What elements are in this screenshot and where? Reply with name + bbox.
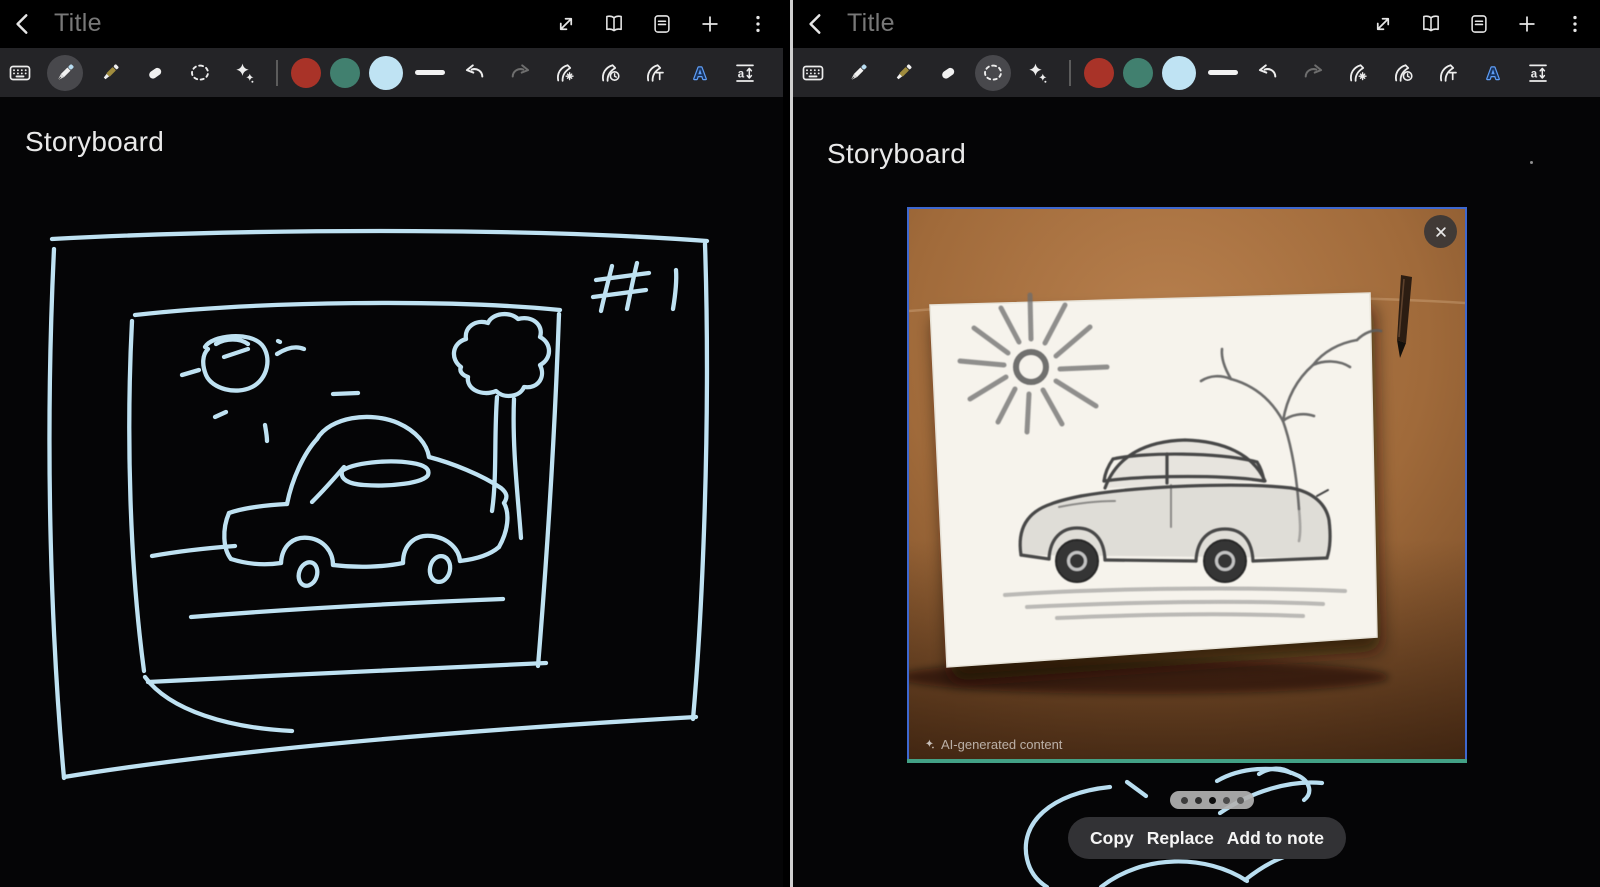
pen-tool-button[interactable] [840,55,876,91]
ai-image-card[interactable]: AI-generated content [907,207,1467,763]
ai-assist-button[interactable] [227,55,263,91]
note-title[interactable]: Title [54,9,102,38]
page-list-button[interactable] [651,13,673,35]
color-swatch-lightblue[interactable] [1162,55,1196,90]
keyboard-tool-button[interactable] [795,55,831,91]
more-options-button[interactable] [1564,13,1586,35]
back-button[interactable] [10,7,44,41]
stroke-width-button[interactable] [1205,55,1241,91]
handwritten-sketch [47,228,710,781]
text-size-button[interactable] [727,55,763,91]
ai-watermark-label: AI-generated content [941,737,1063,752]
lasso-tool-button[interactable] [975,54,1011,91]
font-style-button[interactable] [1475,55,1511,91]
handwriting-to-text-button[interactable] [1430,55,1466,91]
eraser-tool-button[interactable] [930,55,966,91]
highlighter-tool-button[interactable] [92,55,128,91]
stray-ink-dot [1530,161,1533,164]
pen-tool-button[interactable] [47,54,83,91]
toolbar-divider [276,59,278,86]
color-swatch-red[interactable] [1084,57,1114,88]
handwriting-to-text-button[interactable] [637,55,673,91]
redo-button[interactable] [1295,55,1331,91]
drawing-canvas-right[interactable]: Storyboard AI-generated content Copy Rep… [793,97,1600,887]
keyboard-tool-button[interactable] [2,55,38,91]
handwriting-beautify-button[interactable] [547,55,583,91]
ai-assist-button[interactable] [1020,55,1056,91]
page-dot[interactable] [1208,796,1216,804]
redo-button[interactable] [502,55,538,91]
page-list-button[interactable] [1468,13,1490,35]
page-dot[interactable] [1194,796,1202,804]
handwriting-beautify-button[interactable] [1340,55,1376,91]
app-root: Title Storyboard Title Storyboard AI-gen… [0,0,1600,887]
close-overlay-button[interactable] [1424,215,1457,248]
ai-generated-image [909,209,1465,761]
ai-action-bar: Copy Replace Add to note [1068,817,1346,859]
window-actions [555,0,769,48]
sparkle-icon [924,738,937,751]
handwriting-history-button[interactable] [1385,55,1421,91]
add-to-note-button[interactable]: Add to note [1227,828,1324,849]
undo-button[interactable] [1250,55,1286,91]
expand-button[interactable] [555,13,577,35]
page-dot[interactable] [1180,796,1188,804]
window-actions [1372,0,1586,48]
font-style-button[interactable] [682,55,718,91]
replace-button[interactable]: Replace [1147,828,1214,849]
page-view-button[interactable] [1420,13,1442,35]
back-button[interactable] [803,7,837,41]
note-panel-left: Title Storyboard [0,0,783,887]
stroke-width-bar [415,70,445,75]
stroke-width-bar [1208,70,1238,75]
more-options-button[interactable] [747,13,769,35]
note-title[interactable]: Title [847,9,895,38]
lasso-tool-button[interactable] [182,55,218,91]
text-size-button[interactable] [1520,55,1556,91]
color-swatch-red[interactable] [291,57,321,88]
add-page-button[interactable] [699,13,721,35]
undo-button[interactable] [457,55,493,91]
drawing-toolbar-left [0,48,783,97]
page-view-button[interactable] [603,13,625,35]
expand-button[interactable] [1372,13,1394,35]
page-dot[interactable] [1222,796,1230,804]
color-swatch-teal[interactable] [330,57,360,88]
left-header: Title [0,0,783,48]
copy-button[interactable]: Copy [1090,828,1134,849]
add-page-button[interactable] [1516,13,1538,35]
highlighter-tool-button[interactable] [885,55,921,91]
color-swatch-lightblue[interactable] [369,55,403,90]
handwriting-history-button[interactable] [592,55,628,91]
drawing-toolbar-right [793,48,1600,97]
toolbar-divider [1069,59,1071,86]
page-dot[interactable] [1236,796,1244,804]
drawing-canvas-left[interactable]: Storyboard [0,97,783,887]
right-header: Title [793,0,1600,48]
color-swatch-teal[interactable] [1123,57,1153,88]
ai-watermark: AI-generated content [924,737,1062,752]
selection-bottom-line [907,759,1467,763]
eraser-tool-button[interactable] [137,55,173,91]
stroke-width-button[interactable] [412,55,448,91]
note-panel-right: Title Storyboard AI-generated content Co… [793,0,1600,887]
pagination-dots[interactable] [1170,791,1254,809]
